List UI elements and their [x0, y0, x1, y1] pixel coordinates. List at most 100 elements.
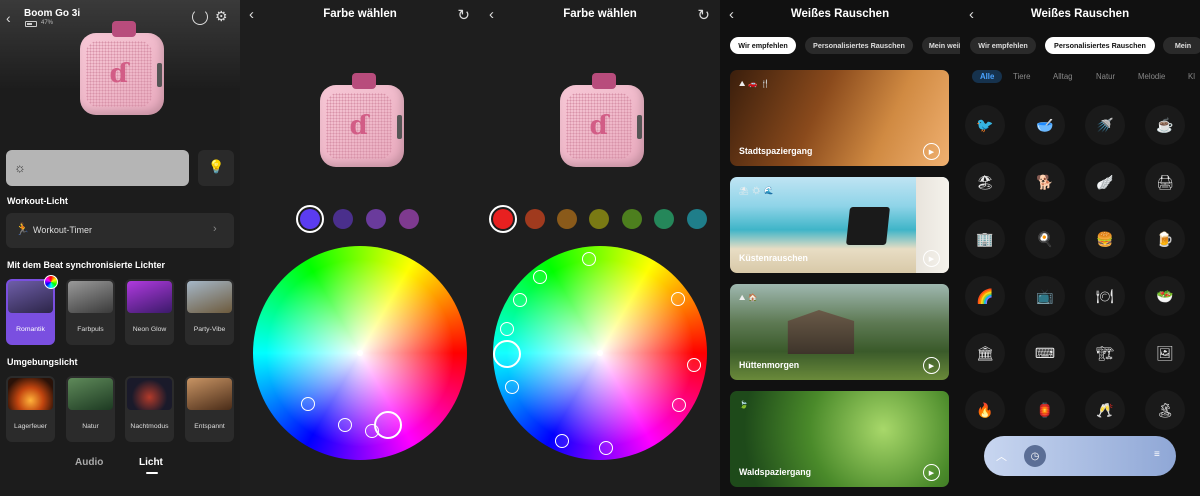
- sound-tile-icon[interactable]: 🖼: [1145, 333, 1185, 373]
- color-picker-badge[interactable]: [44, 275, 58, 289]
- power-icon[interactable]: [192, 9, 208, 25]
- playlist-icon[interactable]: ≡: [1154, 449, 1160, 460]
- color-handle[interactable]: [338, 418, 352, 432]
- battery-level: 47%: [41, 20, 54, 26]
- gear-icon[interactable]: ⚙: [215, 8, 228, 25]
- sound-tile-icon[interactable]: ⌨: [1025, 333, 1065, 373]
- tab-personalisiertes-rauschen[interactable]: Personalisiertes Rauschen: [1045, 37, 1155, 54]
- swatch-1[interactable]: [296, 205, 324, 233]
- sound-tile-icon[interactable]: 🐦: [965, 105, 1005, 145]
- tab-wir-empfehlen[interactable]: Wir empfehlen: [970, 37, 1036, 54]
- color-handle[interactable]: [513, 293, 527, 307]
- sound-tile-icon[interactable]: 🏛: [965, 333, 1005, 373]
- tab-wir-empfehlen[interactable]: Wir empfehlen: [730, 37, 796, 54]
- tile-party-vibe[interactable]: Party-Vibe: [185, 279, 234, 345]
- play-icon[interactable]: ▶: [923, 357, 940, 374]
- tile-lagerfeuer[interactable]: Lagerfeuer: [6, 376, 55, 442]
- color-handle[interactable]: [533, 270, 547, 284]
- category-alle[interactable]: Alle: [972, 70, 1003, 83]
- sound-tile-icon[interactable]: 🏮: [1025, 390, 1065, 430]
- category-more[interactable]: Kl: [1188, 72, 1195, 81]
- play-icon[interactable]: ▶: [923, 250, 940, 267]
- sound-tile-icon[interactable]: 🍺: [1145, 219, 1185, 259]
- color-handle[interactable]: [671, 292, 685, 306]
- color-handle[interactable]: [301, 397, 315, 411]
- sound-tile-icon[interactable]: 🥂: [1085, 390, 1125, 430]
- workout-timer-label: Workout-Timer: [33, 225, 93, 235]
- white-noise-recommended-panel: ‹ Weißes Rauschen Wir empfehlen Personal…: [720, 0, 960, 496]
- swatch-5[interactable]: [622, 209, 642, 229]
- tile-entspannt[interactable]: Entspannt: [185, 376, 234, 442]
- category-alltag[interactable]: Alltag: [1053, 72, 1073, 81]
- swatch-3[interactable]: [557, 209, 577, 229]
- sound-tile-icon[interactable]: 🔥: [965, 390, 1005, 430]
- sound-tile-icon[interactable]: 🚿: [1085, 105, 1125, 145]
- sound-tile-icon[interactable]: 🐕: [1025, 162, 1065, 202]
- swatch-4[interactable]: [399, 209, 419, 229]
- play-icon[interactable]: ▶: [923, 464, 940, 481]
- tab-audio[interactable]: Audio: [75, 457, 103, 468]
- swatch-2[interactable]: [525, 209, 545, 229]
- tile-neon-glow[interactable]: Neon Glow: [125, 279, 174, 345]
- color-handle[interactable]: [672, 398, 686, 412]
- color-handle[interactable]: [687, 358, 701, 372]
- card-stadtspaziergang[interactable]: ⛰🚗🍴 Stadtspaziergang ▶: [730, 70, 949, 166]
- color-handle-selected[interactable]: [374, 411, 402, 439]
- swatch-6[interactable]: [654, 209, 674, 229]
- sound-tile-icon[interactable]: 🍳: [1025, 219, 1065, 259]
- sound-tile-icon[interactable]: 🍔: [1085, 219, 1125, 259]
- color-handle[interactable]: [505, 380, 519, 394]
- category-tiere[interactable]: Tiere: [1013, 72, 1030, 81]
- sound-tile-icon[interactable]: 📺: [1025, 276, 1065, 316]
- card-waldspaziergang[interactable]: 🍃 Waldspaziergang ▶: [730, 391, 949, 487]
- swatch-3[interactable]: [366, 209, 386, 229]
- tile-image: [68, 378, 113, 410]
- sound-tile-icon[interactable]: 🪽: [1085, 162, 1125, 202]
- tab-licht[interactable]: Licht: [139, 457, 163, 468]
- color-handle[interactable]: [582, 252, 596, 266]
- color-handle-selected[interactable]: [493, 340, 521, 368]
- color-handle[interactable]: [555, 434, 569, 448]
- sound-tile-icon[interactable]: 🥗: [1145, 276, 1185, 316]
- sound-tile-icon[interactable]: 🥣: [1025, 105, 1065, 145]
- tile-romantik[interactable]: Romantik: [6, 279, 55, 345]
- sound-tile-icon[interactable]: 🏝: [1145, 390, 1185, 430]
- sound-tile-icon[interactable]: 🏖: [965, 162, 1005, 202]
- ambient-section-title: Umgebungslicht: [7, 357, 78, 367]
- tile-label: Romantik: [16, 326, 45, 333]
- tab-mein[interactable]: Mein: [1163, 37, 1200, 54]
- tab-mein-weiss[interactable]: Mein weiß: [922, 37, 960, 54]
- color-handle[interactable]: [599, 441, 613, 455]
- back-icon[interactable]: ‹: [6, 10, 11, 26]
- light-toggle-button[interactable]: 💡: [198, 150, 234, 186]
- swatch-2[interactable]: [333, 209, 353, 229]
- chevron-up-icon[interactable]: ︿: [996, 448, 1007, 464]
- tile-image: [127, 281, 172, 313]
- speaker-image: ɗ: [560, 73, 644, 167]
- swatch-4[interactable]: [589, 209, 609, 229]
- tab-personalisiertes-rauschen[interactable]: Personalisiertes Rauschen: [805, 37, 913, 54]
- reset-icon[interactable]: ↻: [697, 6, 710, 24]
- card-kuestenrauschen[interactable]: ⛱☀🌊 Küstenrauschen ▶: [730, 177, 949, 273]
- device-name: Boom Go 3i: [24, 8, 81, 19]
- color-handle[interactable]: [500, 322, 514, 336]
- tile-farbpuls[interactable]: Farbpuls: [66, 279, 115, 345]
- brightness-slider[interactable]: ☼: [6, 150, 189, 186]
- tile-natur[interactable]: Natur: [66, 376, 115, 442]
- card-huettenmorgen[interactable]: ⛰🏠 Hüttenmorgen ▶: [730, 284, 949, 380]
- category-natur[interactable]: Natur: [1096, 72, 1115, 81]
- sound-tile-icon[interactable]: 🌈: [965, 276, 1005, 316]
- sound-tile-icon[interactable]: 🍽: [1085, 276, 1125, 316]
- swatch-7[interactable]: [687, 209, 707, 229]
- tile-nachtmodus[interactable]: Nachtmodus: [125, 376, 174, 442]
- sound-tile-icon[interactable]: 🖨: [1145, 162, 1185, 202]
- reset-icon[interactable]: ↻: [457, 6, 470, 24]
- swatch-1[interactable]: [489, 205, 517, 233]
- sound-tile-icon[interactable]: 🏢: [965, 219, 1005, 259]
- sound-tile-icon[interactable]: 🏗: [1085, 333, 1125, 373]
- category-melodie[interactable]: Melodie: [1138, 72, 1165, 81]
- sound-tile-icon[interactable]: ☕: [1145, 105, 1185, 145]
- workout-timer-row[interactable]: 🏃 Workout-Timer ›: [6, 213, 234, 248]
- play-icon[interactable]: ▶: [923, 143, 940, 160]
- player-bar[interactable]: ︿ ◷ ≡: [984, 436, 1176, 476]
